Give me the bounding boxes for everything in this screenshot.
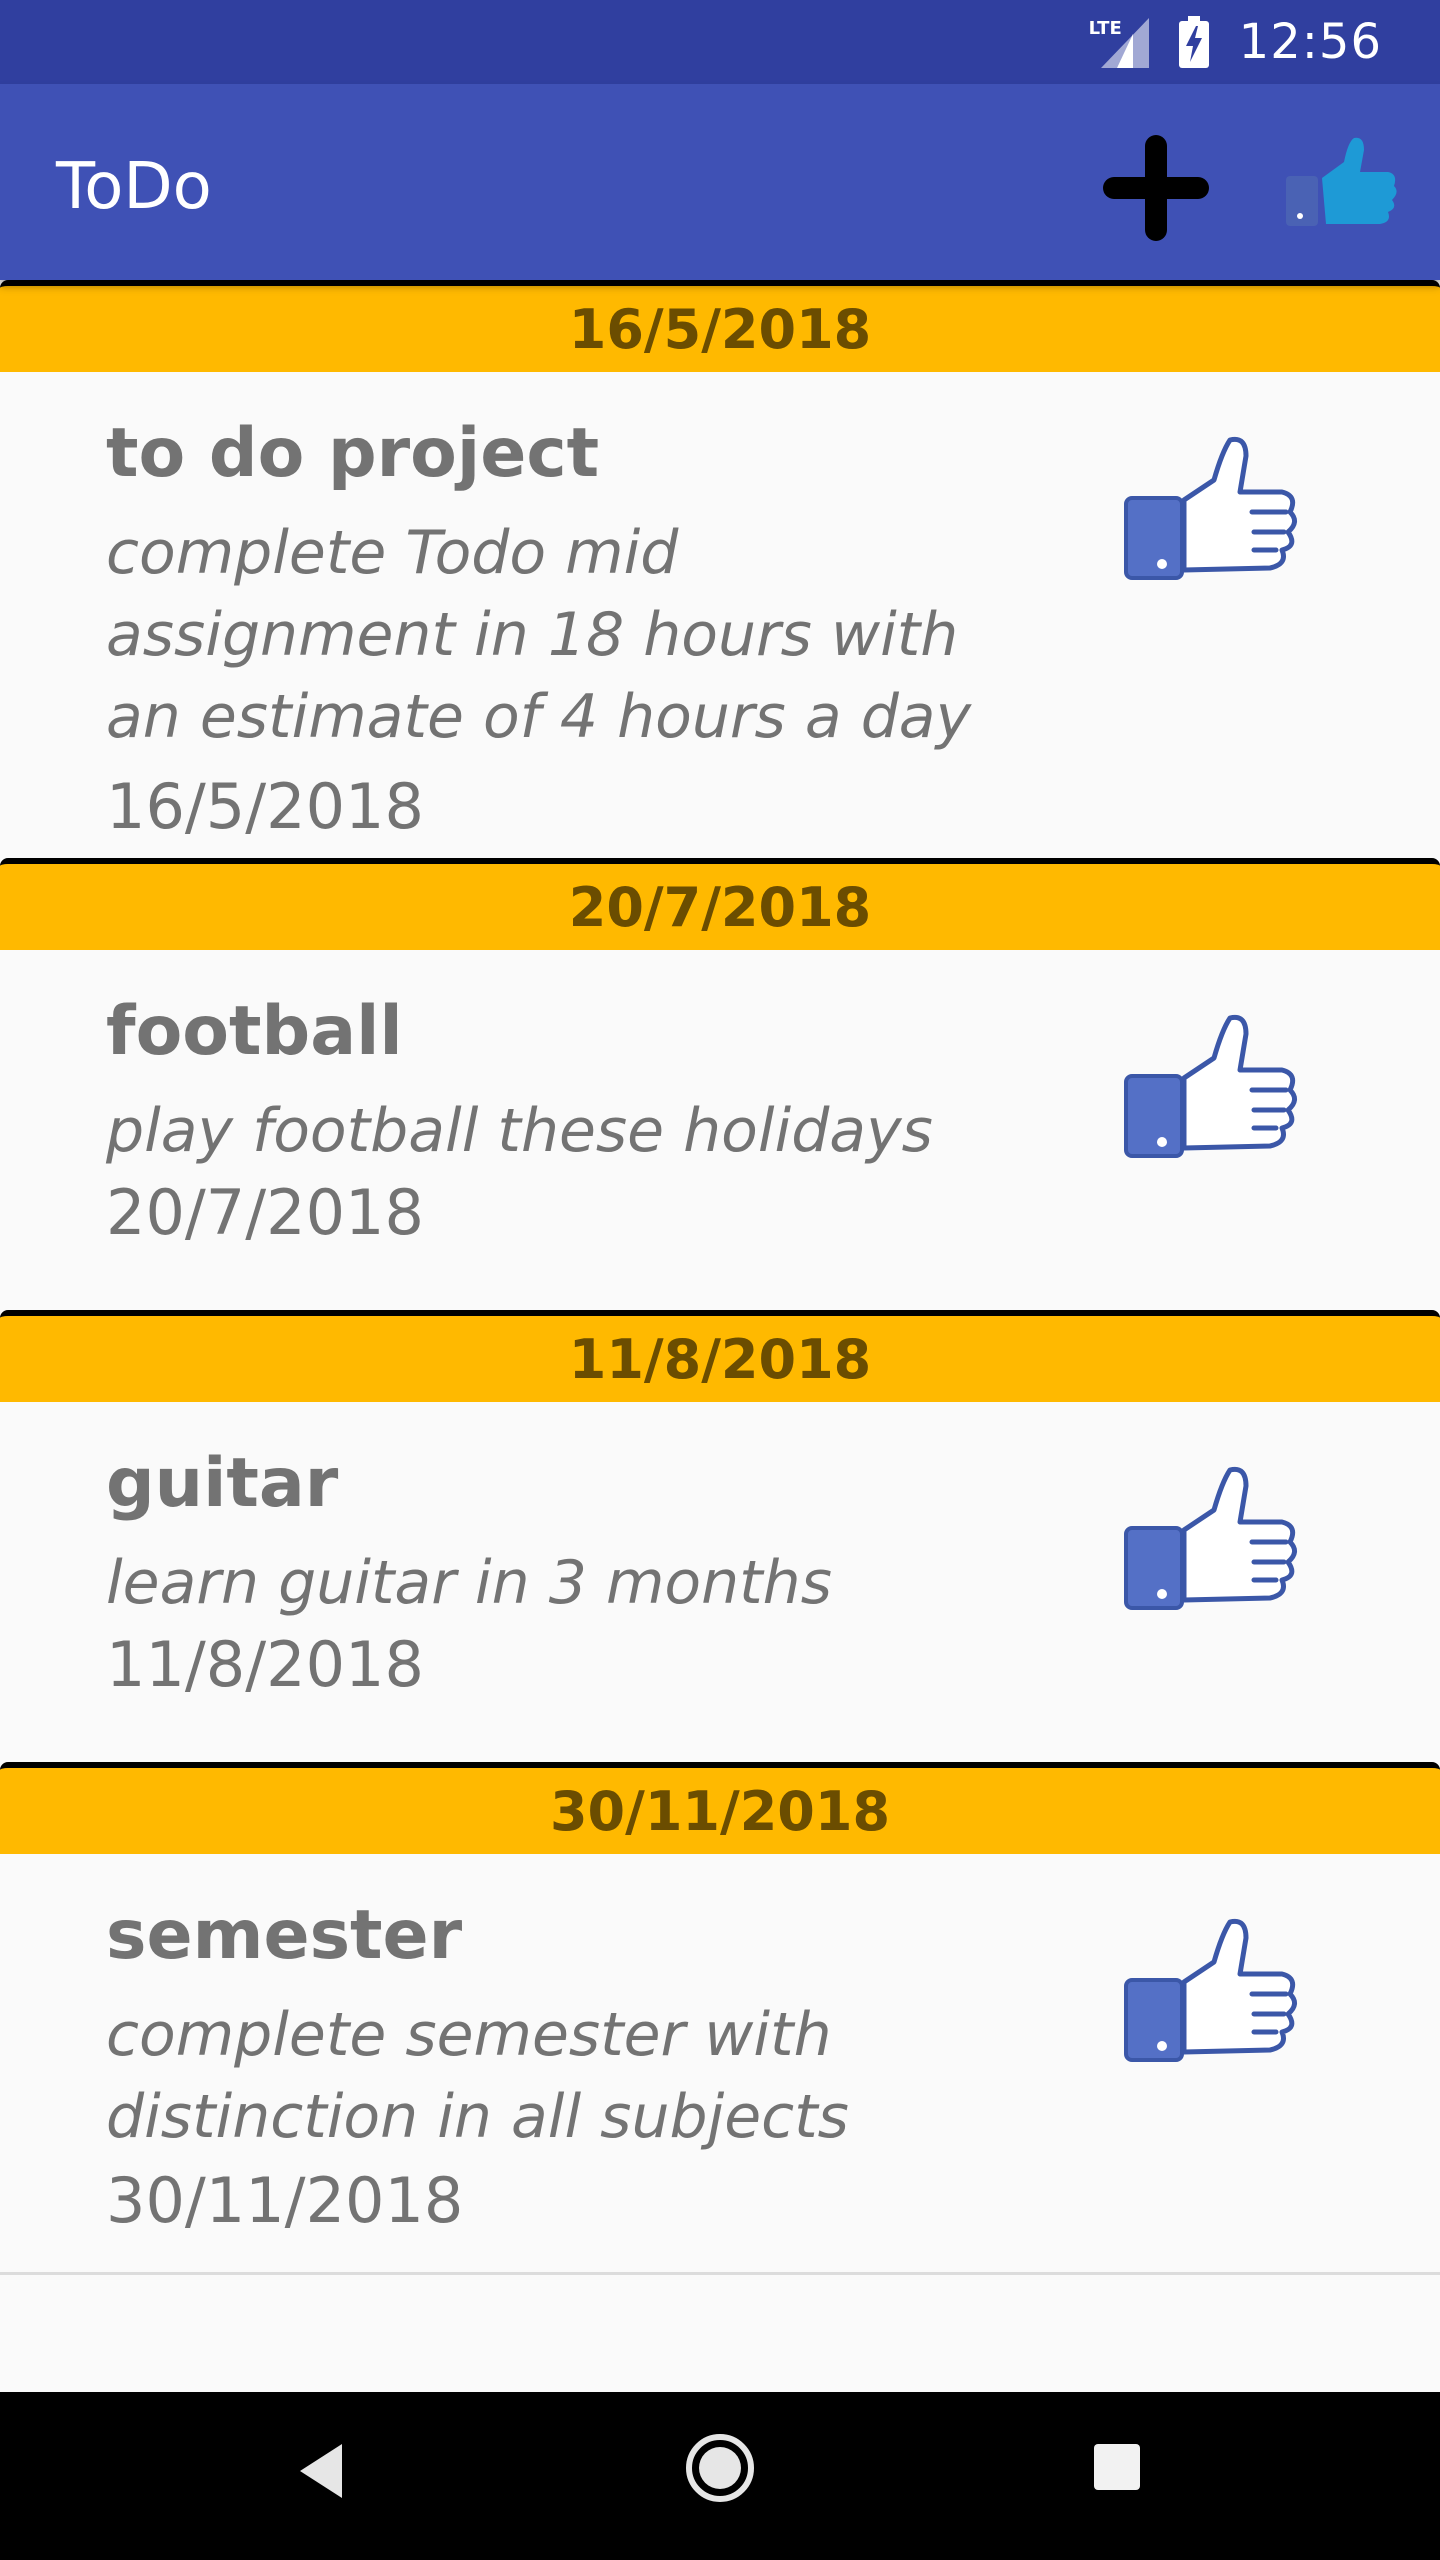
date-section-header: 20/7/2018	[0, 858, 1440, 950]
date-section-header: 16/5/2018	[0, 280, 1440, 372]
todo-list: 16/5/2018 to do project complete Todo mi…	[0, 280, 1440, 2254]
todo-title: football	[106, 992, 403, 1071]
thumbs-up-icon	[1286, 137, 1397, 226]
recent-apps-icon[interactable]	[1094, 2444, 1140, 2490]
add-todo-button[interactable]	[1100, 132, 1212, 244]
signal-icon: LTE	[1089, 16, 1149, 68]
todo-description: complete semester with distinction in al…	[106, 1994, 1006, 2158]
todo-card[interactable]: to do project complete Todo mid assignme…	[0, 372, 1440, 858]
app-bar: ToDo	[0, 84, 1440, 280]
todo-title: guitar	[106, 1444, 339, 1523]
todo-description-line: play football these holidays	[106, 1096, 933, 1166]
home-icon[interactable]	[684, 2432, 756, 2504]
network-type-label: LTE	[1088, 18, 1122, 39]
status-clock: 12:56	[1238, 14, 1382, 70]
todo-description-line: learn guitar in 3 months	[106, 1548, 832, 1618]
todo-description: learn guitar in 3 months	[106, 1542, 1006, 1624]
todo-date: 30/11/2018	[106, 2164, 464, 2237]
thumbs-up-icon[interactable]	[1122, 434, 1302, 584]
todo-description-line: distinction in all subjects	[106, 2082, 849, 2152]
todo-card[interactable]: football play football these holidays 20…	[0, 950, 1440, 1310]
todo-description-line: complete semester with	[106, 2000, 832, 2070]
todo-title: to do project	[106, 414, 600, 493]
todo-date: 20/7/2018	[106, 1176, 424, 1249]
back-icon[interactable]	[296, 2440, 346, 2502]
todo-description-line: complete Todo mid	[106, 518, 679, 588]
app-title: ToDo	[56, 150, 212, 224]
todo-card[interactable]: semester complete semester with distinct…	[0, 1854, 1440, 2254]
list-end-divider	[0, 2272, 1440, 2275]
todo-title: semester	[106, 1896, 463, 1975]
system-nav-bar	[0, 2392, 1440, 2560]
battery-charging-icon	[1178, 16, 1209, 68]
completed-list-button[interactable]	[1282, 132, 1402, 244]
todo-date: 11/8/2018	[106, 1628, 424, 1701]
todo-description-line: an estimate of 4 hours a day	[106, 682, 972, 752]
todo-card[interactable]: guitar learn guitar in 3 months 11/8/201…	[0, 1402, 1440, 1762]
thumbs-up-icon[interactable]	[1122, 1916, 1302, 2066]
thumbs-up-icon[interactable]	[1122, 1464, 1302, 1614]
todo-description: play football these holidays	[106, 1090, 1006, 1172]
todo-description: complete Todo mid assignment in 18 hours…	[106, 512, 1006, 758]
todo-description-line: assignment in 18 hours with	[106, 600, 959, 670]
date-section-header: 30/11/2018	[0, 1762, 1440, 1854]
add-icon	[1103, 135, 1209, 241]
todo-date: 16/5/2018	[106, 770, 424, 843]
date-section-header: 11/8/2018	[0, 1310, 1440, 1402]
thumbs-up-icon[interactable]	[1122, 1012, 1302, 1162]
status-bar: LTE 12:56	[0, 0, 1440, 84]
